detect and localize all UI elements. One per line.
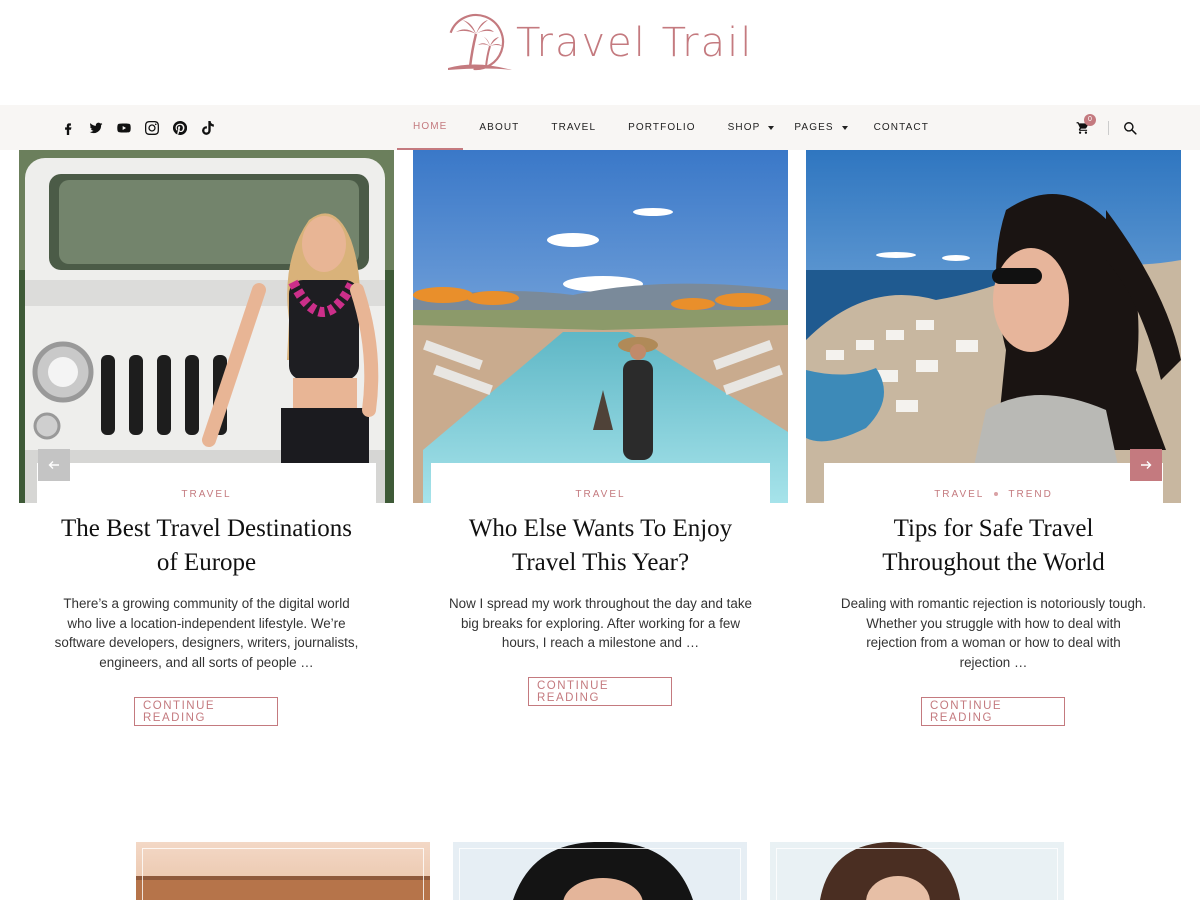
header-tools: 0 <box>1076 105 1139 150</box>
cart-button[interactable]: 0 <box>1076 113 1096 137</box>
palm-tree-logo-icon <box>447 13 512 71</box>
card-panel <box>431 463 770 513</box>
cart-count-badge: 0 <box>1084 113 1096 126</box>
thumbnail-frame <box>459 848 741 900</box>
twitter-icon[interactable] <box>88 120 103 135</box>
nav-item-travel[interactable]: TRAVEL <box>535 105 612 150</box>
post-image[interactable] <box>413 150 788 503</box>
post-title[interactable]: The Best Travel Destinations of Europe <box>49 512 364 580</box>
category-link[interactable]: TREND <box>1008 489 1052 500</box>
caret-down-icon <box>768 125 775 130</box>
search-icon[interactable] <box>1123 120 1139 136</box>
post-categories: TRAVEL <box>413 489 788 500</box>
separator-dot <box>994 492 999 497</box>
tools-divider <box>1108 120 1109 135</box>
post-thumbnail[interactable] <box>453 842 747 900</box>
slider-next-button[interactable] <box>1130 449 1162 481</box>
coastal-woman-photo <box>806 150 1181 503</box>
primary-menu: HOME ABOUT TRAVEL PORTFOLIO SHOP PAGES C… <box>397 105 945 150</box>
social-links <box>60 105 215 150</box>
category-link[interactable]: TRAVEL <box>181 489 231 500</box>
post-image[interactable] <box>19 150 394 503</box>
nav-item-about[interactable]: ABOUT <box>463 105 535 150</box>
post-categories: TRAVEL TREND <box>806 489 1181 500</box>
post-title[interactable]: Tips for Safe Travel Throughout the Worl… <box>836 512 1151 580</box>
nav-item-contact[interactable]: CONTACT <box>864 105 945 150</box>
logo-text: Travel Trail <box>516 20 754 66</box>
post-categories: TRAVEL <box>19 489 394 500</box>
continue-reading-button[interactable]: CONTINUE READING <box>528 677 672 706</box>
main-navbar: HOME ABOUT TRAVEL PORTFOLIO SHOP PAGES C… <box>0 105 1200 150</box>
post-excerpt: Now I spread my work throughout the day … <box>449 596 752 651</box>
card-panel <box>37 463 376 513</box>
caret-down-icon <box>841 125 848 130</box>
post-thumbnail[interactable] <box>770 842 1064 900</box>
facebook-icon[interactable] <box>60 120 75 135</box>
continue-reading-button[interactable]: CONTINUE READING <box>921 697 1065 726</box>
tiktok-icon[interactable] <box>200 120 215 135</box>
card-panel <box>824 463 1163 513</box>
pinterest-icon[interactable] <box>172 120 187 135</box>
post-image[interactable] <box>806 150 1181 503</box>
youtube-icon[interactable] <box>116 120 131 135</box>
nav-item-pages[interactable]: PAGES <box>790 105 863 150</box>
thumbnail-frame <box>142 848 424 900</box>
post-excerpt: Dealing with romantic rejection is notor… <box>840 596 1147 670</box>
arrow-left-icon <box>48 461 59 469</box>
nav-item-shop[interactable]: SHOP <box>712 105 791 150</box>
site-logo[interactable]: Travel Trail <box>446 12 753 74</box>
continue-reading-button[interactable]: CONTINUE READING <box>134 697 278 726</box>
post-excerpt: There’s a growing community of the digit… <box>54 596 359 670</box>
category-link[interactable]: TRAVEL <box>934 489 984 500</box>
post-thumbnail[interactable] <box>136 842 430 900</box>
thumbnail-frame <box>776 848 1058 900</box>
jeep-woman-photo <box>19 150 394 503</box>
pool-resort-photo <box>413 150 788 503</box>
nav-item-portfolio[interactable]: PORTFOLIO <box>612 105 712 150</box>
nav-item-home[interactable]: HOME <box>397 105 464 150</box>
instagram-icon[interactable] <box>144 120 159 135</box>
slider-prev-button[interactable] <box>38 449 70 481</box>
arrow-right-icon <box>1141 461 1152 469</box>
category-link[interactable]: TRAVEL <box>575 489 625 500</box>
post-title[interactable]: Who Else Wants To Enjoy Travel This Year… <box>443 512 758 580</box>
